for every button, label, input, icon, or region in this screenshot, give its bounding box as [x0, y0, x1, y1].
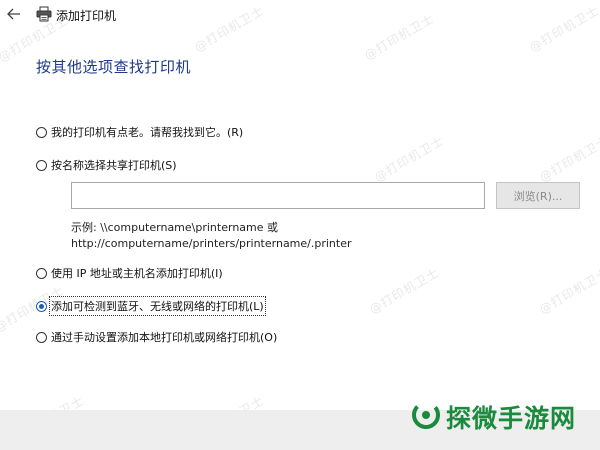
- option-ip-address[interactable]: 使用 IP 地址或主机名添加打印机(I): [36, 264, 223, 282]
- watermark-text: @打印机卫士: [371, 133, 447, 185]
- brand-logo-icon: [412, 401, 440, 429]
- watermark-text: @打印机卫士: [536, 133, 600, 185]
- browse-button[interactable]: 浏览(R)...: [496, 182, 580, 209]
- example-hint: 示例: \\computername\printername 或 http://…: [71, 220, 352, 252]
- radio-button[interactable]: [36, 267, 47, 279]
- radio-button[interactable]: [36, 126, 47, 138]
- printer-icon: [36, 6, 52, 22]
- radio-button-selected[interactable]: [36, 300, 47, 312]
- example-line: http://computername/printers/printername…: [71, 237, 352, 250]
- option-shared-printer[interactable]: 按名称选择共享打印机(S): [36, 156, 177, 174]
- window-title: 添加打印机: [56, 9, 117, 23]
- option-label: 按名称选择共享打印机(S): [51, 159, 177, 172]
- radio-button[interactable]: [36, 159, 47, 171]
- watermark-text: @打印机卫士: [366, 265, 442, 317]
- back-button[interactable]: [6, 5, 22, 23]
- brand-name: 探微手游网: [446, 404, 577, 433]
- title-bar: 添加打印机: [0, 0, 600, 32]
- arrow-left-icon: [7, 8, 20, 20]
- example-line: 示例: \\computername\printername 或: [71, 221, 279, 234]
- option-label: 我的打印机有点老。请帮我找到它。(R): [51, 126, 244, 139]
- option-manual-setup[interactable]: 通过手动设置添加本地打印机或网络打印机(O): [36, 328, 277, 346]
- option-old-printer[interactable]: 我的打印机有点老。请帮我找到它。(R): [36, 123, 243, 141]
- radio-button[interactable]: [36, 331, 47, 343]
- printer-name-input[interactable]: [71, 182, 485, 209]
- watermark-text: @打印机卫士: [536, 265, 600, 317]
- option-bluetooth-wireless[interactable]: 添加可检测到蓝牙、无线或网络的打印机(L): [36, 296, 266, 316]
- page-title: 按其他选项查找打印机: [36, 58, 192, 76]
- option-label: 使用 IP 地址或主机名添加打印机(I): [51, 267, 223, 280]
- option-label: 通过手动设置添加本地打印机或网络打印机(O): [51, 331, 278, 344]
- option-label: 添加可检测到蓝牙、无线或网络的打印机(L): [49, 296, 266, 316]
